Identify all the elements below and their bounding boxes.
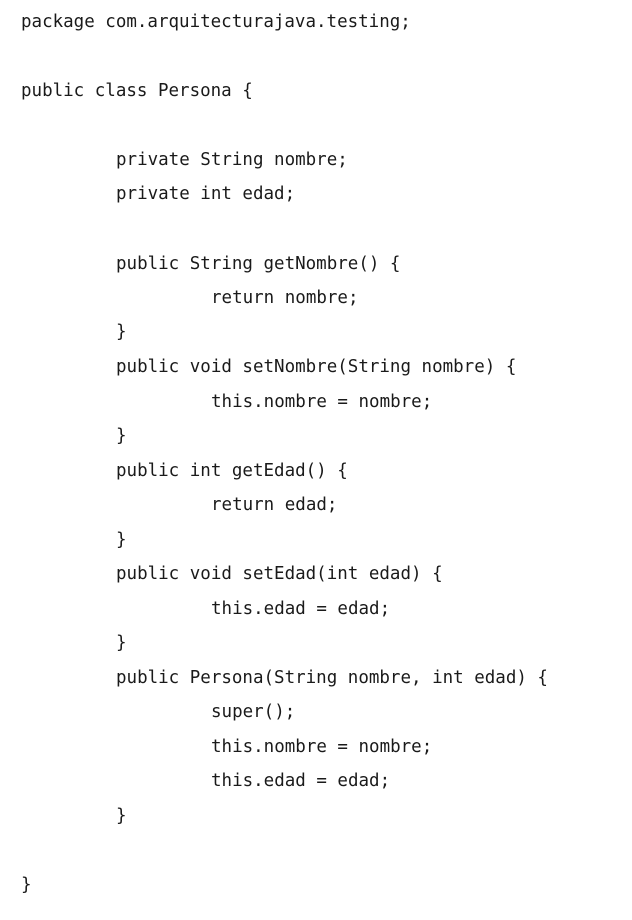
code-block: package com.arquitecturajava.testing; pu…: [0, 0, 632, 920]
code-line-constructor: public Persona(String nombre, int edad) …: [116, 668, 548, 688]
code-line-close-brace: }: [116, 530, 127, 550]
code-line-close-brace: }: [116, 633, 127, 653]
code-line-close-brace: }: [116, 322, 127, 342]
code-line-getnombre: public String getNombre() {: [116, 254, 401, 274]
code-line-class-close: }: [21, 875, 32, 895]
code-line-setnombre: public void setNombre(String nombre) {: [116, 357, 517, 377]
code-line-return-nombre: return nombre;: [211, 288, 359, 308]
code-line-return-edad: return edad;: [211, 495, 338, 515]
code-line-setedad: public void setEdad(int edad) {: [116, 564, 443, 584]
code-line-ctor-nombre: this.nombre = nombre;: [211, 737, 433, 757]
code-line-close-brace: }: [116, 806, 127, 826]
code-line-assign-edad: this.edad = edad;: [211, 599, 391, 619]
code-line-super-call: super();: [211, 702, 296, 722]
code-line-close-brace: }: [116, 426, 127, 446]
code-line-assign-nombre: this.nombre = nombre;: [211, 392, 433, 412]
code-line-getedad: public int getEdad() {: [116, 461, 348, 481]
code-line-class-decl: public class Persona {: [21, 81, 253, 101]
code-line-ctor-edad: this.edad = edad;: [211, 771, 391, 791]
code-line-field-edad: private int edad;: [116, 184, 296, 204]
code-line-field-nombre: private String nombre;: [116, 150, 348, 170]
code-line-package: package com.arquitecturajava.testing;: [21, 12, 411, 32]
